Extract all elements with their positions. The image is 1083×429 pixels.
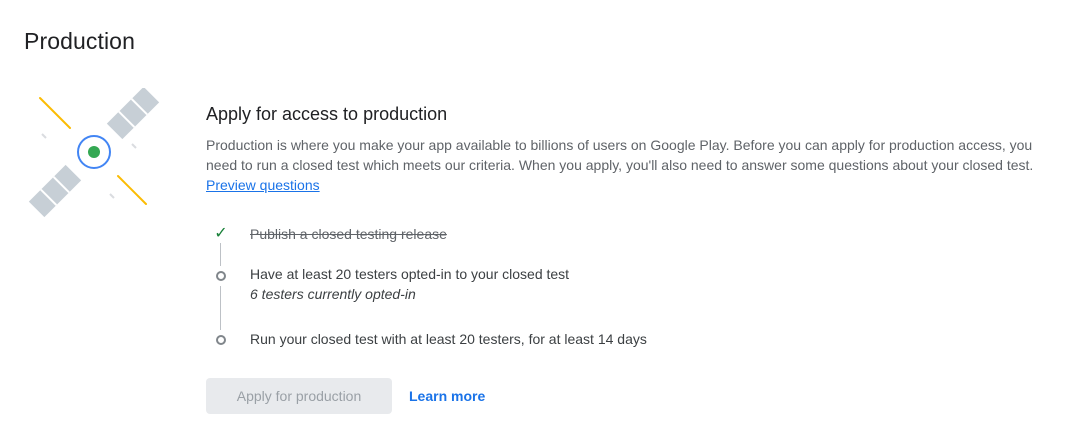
satellite-icon — [28, 86, 164, 218]
step-label: Have at least 20 testers opted-in to you… — [250, 266, 570, 282]
section-description: Production is where you make your app av… — [206, 137, 1034, 173]
checkmark-icon: ✓ — [211, 223, 231, 243]
actions-bar: Apply for production Learn more — [206, 378, 485, 414]
apply-for-production-button[interactable]: Apply for production — [206, 378, 392, 414]
requirements-checklist: ✓ Publish a closed testing release Have … — [206, 218, 906, 353]
step-label: Run your closed test with at least 20 te… — [250, 331, 647, 347]
step-label: Publish a closed testing release — [250, 226, 447, 242]
preview-questions-link[interactable]: Preview questions — [206, 175, 320, 195]
circle-icon — [211, 266, 231, 286]
circle-icon — [211, 330, 231, 350]
step-sublabel: 6 testers currently opted-in — [250, 286, 416, 302]
production-access-section: Apply for access to production Productio… — [206, 102, 1066, 195]
checklist-connector — [220, 242, 221, 334]
section-heading: Apply for access to production — [206, 104, 448, 124]
learn-more-link[interactable]: Learn more — [409, 388, 485, 404]
page-title: Production — [24, 28, 135, 54]
